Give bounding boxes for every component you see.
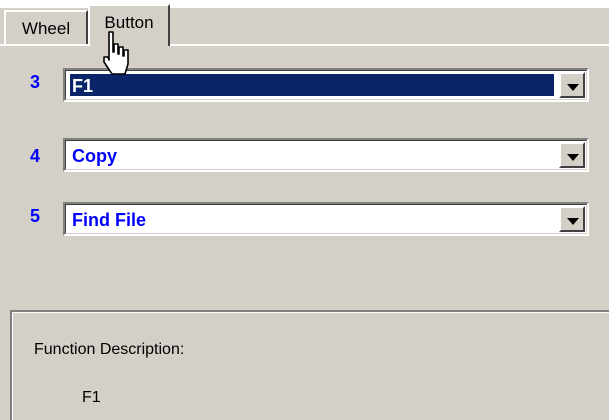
dropdown-arrow-icon [567,154,579,161]
tab-wheel-label: Wheel [21,19,71,38]
button-3-selected-value: F1 [70,74,554,96]
button-4-selected-value: Copy [72,146,117,166]
button-number-3: 3 [30,72,41,92]
button-number-5: 5 [30,206,41,226]
function-description-value: F1 [82,389,101,406]
button-3-function-select[interactable]: F1 [63,68,589,102]
button-5-selected-value: Find File [72,210,146,230]
button-5-dropdown-button[interactable] [559,206,585,232]
button-4-dropdown-button[interactable] [559,142,585,168]
function-description-label: Function Description: [34,341,185,358]
button-number-4: 4 [30,146,41,166]
button-5-function-select[interactable]: Find File [63,202,589,236]
dropdown-arrow-icon [567,218,579,225]
hand-pointer-icon [103,31,129,75]
button-3-dropdown-button[interactable] [559,72,585,98]
button-4-function-select[interactable]: Copy [63,138,589,172]
tab-wheel[interactable]: Wheel [4,10,88,44]
dropdown-arrow-icon [567,84,579,91]
